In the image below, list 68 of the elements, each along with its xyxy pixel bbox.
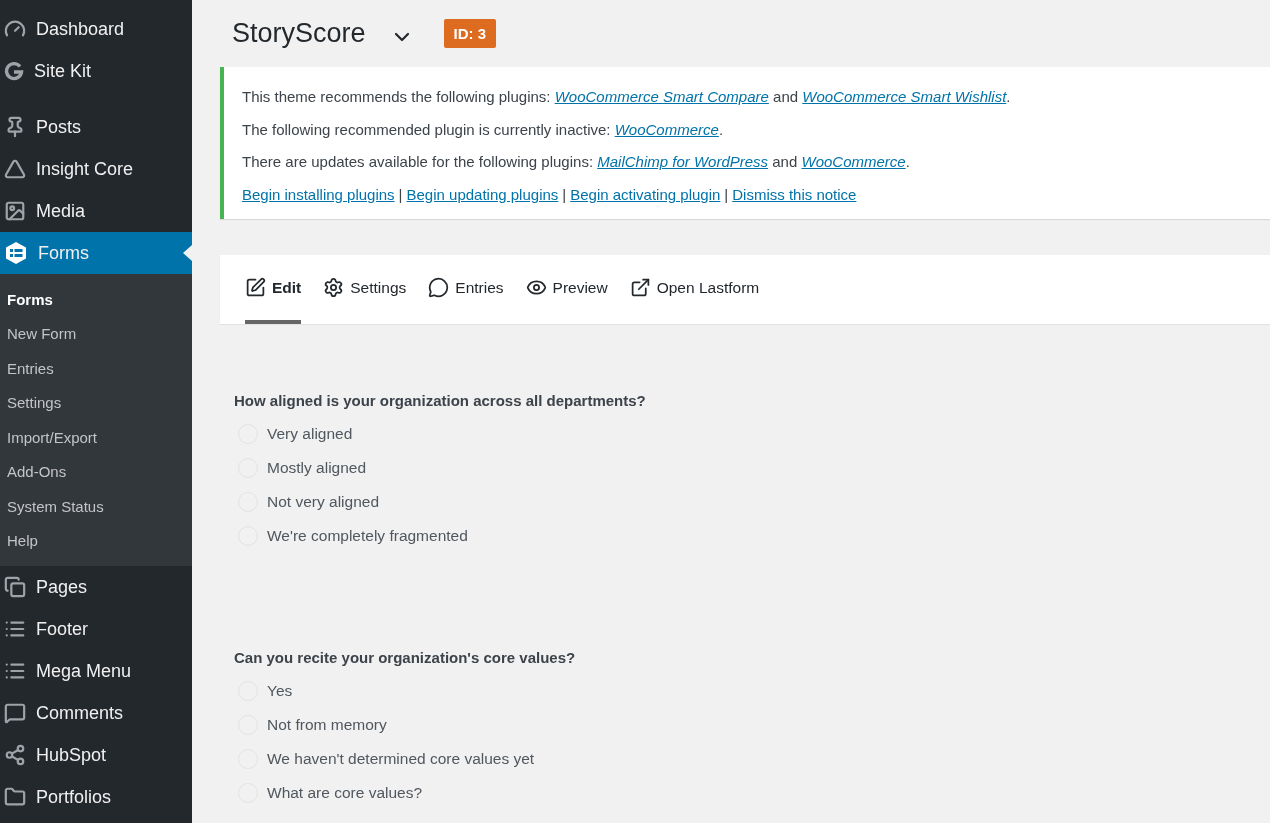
submenu-item[interactable]: Add-Ons <box>0 454 192 489</box>
image-icon <box>4 200 26 222</box>
option-label: We haven't determined core values yet <box>267 750 535 768</box>
submenu-item[interactable]: System Status <box>0 489 192 524</box>
sidebar-item[interactable]: Posts <box>0 106 192 148</box>
tab[interactable]: Settings <box>323 255 407 324</box>
separator-text: | <box>562 185 567 203</box>
sidebar-item[interactable]: Pages <box>0 566 192 608</box>
option-label: Not from memory <box>267 716 387 734</box>
notice-action-link[interactable]: Begin installing plugins <box>242 185 395 203</box>
list-icon <box>4 660 26 682</box>
sidebar-item[interactable]: Media <box>0 190 192 232</box>
network-icon <box>4 744 26 766</box>
sidebar-item[interactable]: HubSpot <box>0 734 192 776</box>
tab[interactable]: Edit <box>245 255 302 324</box>
plugin-link[interactable]: WooCommerce <box>801 153 906 170</box>
sidebar-item[interactable]: Forms <box>0 232 192 274</box>
sidebar-item[interactable]: Dashboard <box>0 8 192 50</box>
option-label: Very aligned <box>267 425 353 443</box>
pin-icon <box>4 116 26 138</box>
g-letter-icon <box>4 61 24 81</box>
submenu-item[interactable]: Forms <box>0 282 192 317</box>
plugin-link[interactable]: WooCommerce Smart Compare <box>554 88 769 105</box>
sidebar-item[interactable]: Site Kit <box>0 50 192 92</box>
option-label: What are core values? <box>267 784 423 802</box>
submenu-item[interactable]: New Form <box>0 316 192 351</box>
notice-action-link[interactable]: Begin activating plugin <box>570 185 721 203</box>
plugin-link[interactable]: WooCommerce Smart Wishlist <box>802 88 1007 105</box>
notice-text: The following recommended plugin is currently inactive: WooCommerce. <box>242 119 725 140</box>
external-link-icon <box>629 277 651 298</box>
submenu-item[interactable]: Entries <box>0 351 192 386</box>
plugin-link[interactable]: MailChimp for WordPress <box>597 153 769 170</box>
submenu-item[interactable]: Settings <box>0 385 192 420</box>
option-label: We're completely fragmented <box>267 527 468 545</box>
notice-text: There are updates available for the following plugins: MailChimp for WordPress and WooCommerce. <box>242 152 911 172</box>
tab[interactable]: Open Lastform <box>629 255 760 324</box>
option-label: Not very aligned <box>267 493 379 511</box>
id-badge: ID: 3 <box>443 19 497 48</box>
list-icon <box>4 618 26 640</box>
notice-action-link[interactable]: Dismiss this notice <box>732 185 857 203</box>
form-title: StoryScore <box>232 18 366 49</box>
separator-text: | <box>398 185 403 203</box>
sidebar-item[interactable]: Footer <box>0 608 192 650</box>
notice-action-link[interactable]: Begin updating plugins <box>406 185 559 203</box>
option-label: Mostly aligned <box>267 459 367 477</box>
question-label: How aligned is your organization across all departments? <box>234 392 647 409</box>
question-label: Can you recite your organization's core values? <box>234 649 577 666</box>
edit-icon <box>245 277 266 298</box>
sidebar-item[interactable]: Mega Menu <box>0 650 192 692</box>
speech-bubble-icon <box>428 277 450 298</box>
pages-icon <box>4 576 26 598</box>
notice-text: This theme recommends the following plugins: WooCommerce Smart Compare and WooCommerce Smart Wishlist. <box>242 87 1012 107</box>
folder-icon <box>4 786 26 808</box>
hexagon-list-icon <box>4 241 28 265</box>
submenu-item[interactable]: Import/Export <box>0 420 192 455</box>
comment-icon <box>4 702 26 724</box>
tab[interactable]: Entries <box>428 255 504 324</box>
current-item-pointer <box>183 245 192 261</box>
tab[interactable]: Preview <box>525 255 608 324</box>
sidebar-item[interactable]: Comments <box>0 692 192 734</box>
option-label: Yes <box>267 682 293 700</box>
sidebar-item[interactable]: Insight Core <box>0 148 192 190</box>
sidebar-item[interactable]: Portfolios <box>0 776 192 818</box>
plugin-link[interactable]: WooCommerce <box>614 120 719 138</box>
settings-icon <box>323 277 345 298</box>
submenu-item[interactable]: Help <box>0 523 192 558</box>
separator-text: | <box>724 185 729 203</box>
triangle-icon <box>4 158 26 180</box>
